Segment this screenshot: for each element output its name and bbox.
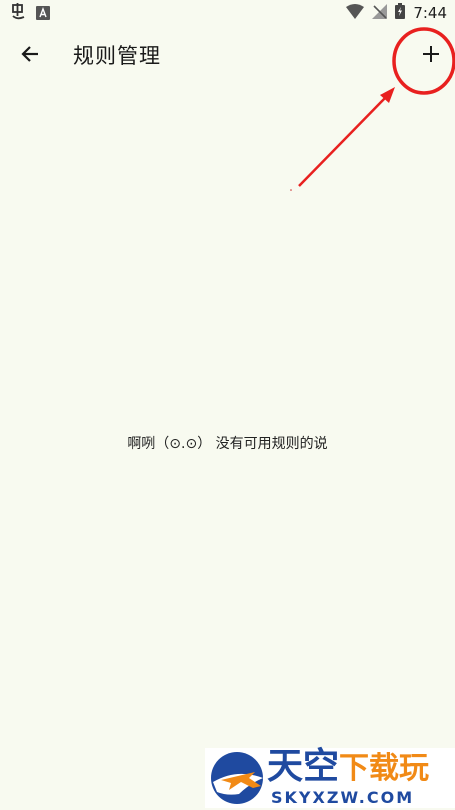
no-signal-icon bbox=[372, 3, 388, 23]
watermark-title-accent: 下载玩 bbox=[339, 751, 430, 786]
annotation-dot bbox=[290, 189, 292, 191]
plus-icon bbox=[423, 46, 439, 62]
battery-charging-icon bbox=[395, 3, 406, 23]
watermark-url: SKYXZW.COM bbox=[271, 788, 415, 807]
watermark-logo-icon bbox=[209, 750, 267, 810]
add-rule-button[interactable] bbox=[409, 32, 453, 76]
empty-state-message: 啊咧（⊙.⊙） 没有可用规则的说 bbox=[127, 436, 328, 452]
watermark-title: 天空下载玩 bbox=[267, 746, 429, 790]
status-bar: 7:44 bbox=[0, 0, 455, 26]
wifi-icon bbox=[346, 3, 365, 23]
arrow-left-icon bbox=[21, 46, 38, 62]
back-button[interactable] bbox=[8, 32, 52, 76]
annotation-overlay bbox=[290, 27, 455, 191]
annotation-arrow-line bbox=[298, 96, 387, 187]
status-time: 7:44 bbox=[413, 4, 447, 22]
text-notification-icon bbox=[36, 5, 50, 24]
annotation-arrow-head bbox=[380, 87, 395, 103]
page-title: 规则管理 bbox=[73, 44, 161, 68]
status-left-icons bbox=[10, 3, 50, 25]
watermark: 天空下载玩 SKYXZW.COM bbox=[205, 746, 455, 810]
status-right-icons: 7:44 bbox=[346, 3, 447, 23]
app-notification-icon bbox=[10, 3, 28, 25]
watermark-title-main: 天空 bbox=[267, 746, 340, 787]
app-toolbar: 规则管理 bbox=[0, 26, 455, 82]
